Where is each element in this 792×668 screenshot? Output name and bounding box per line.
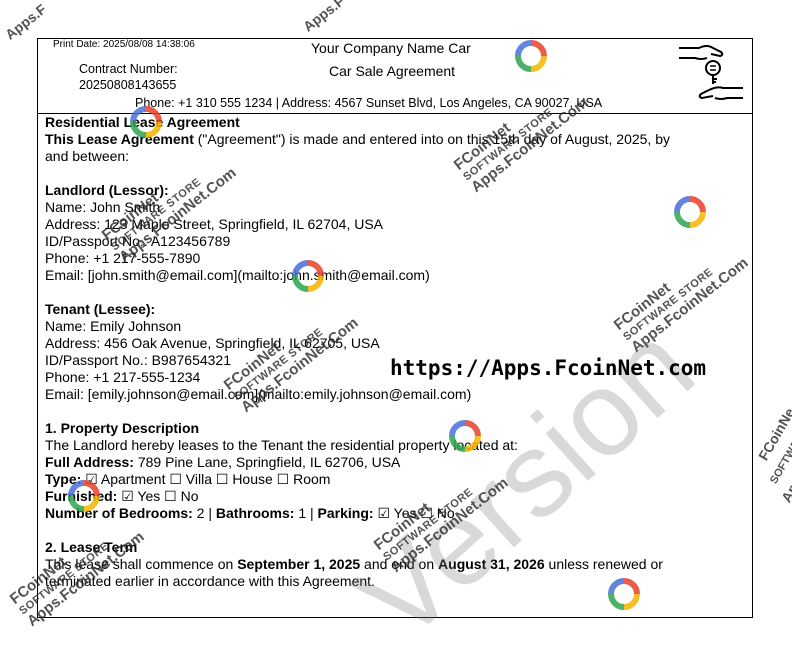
- full-address-label: Full Address:: [45, 454, 134, 470]
- logo-segment: [515, 55, 532, 72]
- logo-segment: [464, 420, 481, 437]
- watermark-edge-fragment: Apps.F: [300, 0, 348, 35]
- bathrooms-label: Bathrooms:: [215, 505, 295, 521]
- logo-segment: [449, 420, 466, 437]
- logo-segment: [674, 196, 691, 213]
- logo-segment: [68, 495, 85, 512]
- logo-segment: [449, 435, 466, 452]
- watermark-edge-fragment: Apps.F: [2, 0, 50, 43]
- logo-segment: [689, 196, 706, 213]
- landlord-email: Email: [john.smith@email.com](mailto:joh…: [45, 267, 430, 283]
- logo-segment: [83, 495, 100, 512]
- fcoinnet-logo-icon: [130, 106, 162, 138]
- type-value: ☑ Apartment ☐ Villa ☐ House ☐ Room: [81, 471, 331, 487]
- watermark-url: https://Apps.FcoinNet.com: [390, 356, 707, 380]
- logo-segment: [68, 480, 85, 497]
- contract-number-label: Contract Number:: [79, 62, 178, 76]
- intro-bold: This Lease Agreement: [45, 131, 194, 147]
- hand-with-key-icon: [679, 45, 743, 100]
- property-furnished: Furnished: ☑ Yes ☐ No: [45, 488, 745, 505]
- logo-segment: [464, 435, 481, 452]
- bedrooms-value: 2 |: [192, 505, 216, 521]
- fcoinnet-logo-icon: [674, 196, 706, 228]
- print-date: Print Date: 2025/08/08 14:38:06: [53, 39, 195, 50]
- furnished-value: ☑ Yes ☐ No: [117, 488, 199, 504]
- logo-segment: [608, 593, 625, 610]
- landlord-phone: Phone: +1 217-555-7890: [45, 250, 201, 266]
- logo-segment: [608, 578, 625, 595]
- logo-segment: [530, 55, 547, 72]
- logo-segment: [515, 40, 532, 57]
- fcoinnet-logo-icon: [68, 480, 100, 512]
- logo-segment: [145, 121, 162, 138]
- logo-segment: [83, 480, 100, 497]
- company-name: Your Company Name Car: [311, 40, 471, 56]
- logo-segment: [623, 578, 640, 595]
- logo-segment: [623, 593, 640, 610]
- logo-segment: [307, 260, 324, 277]
- fcoinnet-logo-icon: [449, 420, 481, 452]
- full-address-value: 789 Pine Lane, Springfield, IL 62706, US…: [133, 454, 401, 470]
- logo-segment: [130, 121, 147, 138]
- property-type: Type: ☑ Apartment ☐ Villa ☐ House ☐ Room: [45, 471, 745, 488]
- lease-term-c: unless renewed or: [544, 556, 663, 572]
- bathrooms-value: 1 |: [294, 505, 318, 521]
- logo-segment: [689, 211, 706, 228]
- contract-number: 20250808143655: [79, 78, 177, 92]
- logo-segment: [674, 211, 691, 228]
- logo-segment: [292, 275, 309, 292]
- fcoinnet-logo-icon: [608, 578, 640, 610]
- logo-segment: [307, 275, 324, 292]
- fcoinnet-logo-icon: [515, 40, 547, 72]
- logo-segment: [145, 106, 162, 123]
- agreement-title: Car Sale Agreement: [329, 63, 456, 79]
- parking-label: Parking:: [317, 505, 374, 521]
- fcoinnet-logo-icon: [292, 260, 324, 292]
- logo-segment: [130, 106, 147, 123]
- agreement-intro-line2: and between:: [45, 148, 130, 164]
- intro-rest: ("Agreement") is made and entered into o…: [193, 131, 670, 147]
- logo-segment: [292, 260, 309, 277]
- logo-segment: [530, 40, 547, 57]
